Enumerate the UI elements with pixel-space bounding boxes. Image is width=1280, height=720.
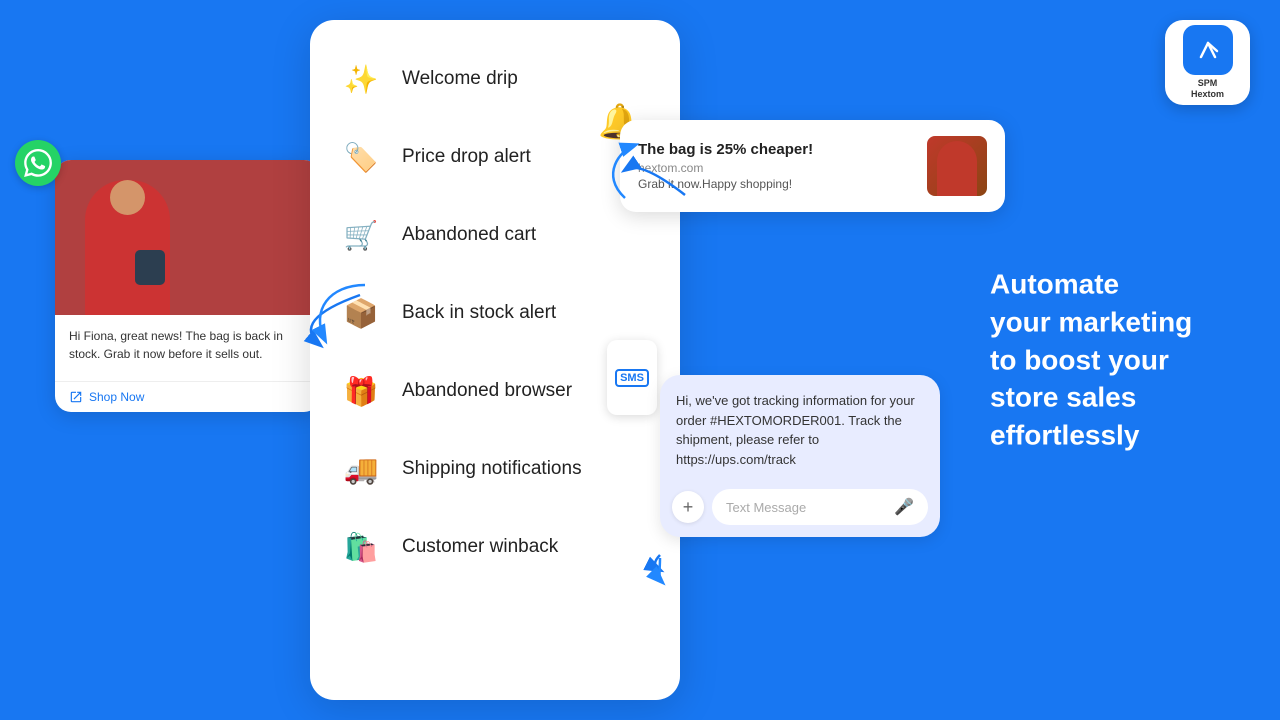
spm-icon [1183, 25, 1233, 75]
price-drop-icon: 🏷️ [338, 134, 384, 180]
abandoned-cart-icon: 🛒 [338, 212, 384, 258]
notification-product-image [927, 136, 987, 196]
sms-message-text: Hi, we've got tracking information for y… [676, 391, 924, 469]
tagline: Automate your marketing to boost your st… [990, 266, 1220, 455]
sms-text-input[interactable]: Text Message 🎤 [712, 489, 928, 525]
menu-label-back-in-stock: Back in stock alert [402, 302, 556, 324]
menu-item-shipping[interactable]: 🚚 Shipping notifications [310, 430, 680, 508]
menu-label-abandoned-cart: Abandoned cart [402, 224, 536, 246]
notification-url: hextom.com [638, 161, 915, 175]
sms-card: Hi, we've got tracking information for y… [660, 375, 940, 537]
back-in-stock-icon: 📦 [338, 290, 384, 336]
menu-item-winback[interactable]: 🛍️ Customer winback [310, 508, 680, 586]
menu-label-abandoned-browser: Abandoned browser [402, 380, 572, 402]
spm-hextom-logo: SPM Hextom [1165, 20, 1250, 105]
whatsapp-card: Hi Fiona, great news! The bag is back in… [55, 160, 320, 412]
winback-icon: 🛍️ [338, 524, 384, 570]
abandoned-browser-icon: 🎁 [338, 368, 384, 414]
notification-popup: The bag is 25% cheaper! hextom.com Grab … [620, 120, 1005, 212]
whatsapp-message-text: Hi Fiona, great news! The bag is back in… [69, 327, 306, 363]
sms-input-placeholder: Text Message [726, 500, 806, 515]
sms-input-row: + Text Message 🎤 [660, 481, 940, 537]
menu-label-winback: Customer winback [402, 536, 558, 558]
sms-phone-icon: SMS [607, 340, 657, 415]
microphone-icon: 🎤 [894, 497, 914, 517]
welcome-drip-icon: ✨ [338, 56, 384, 102]
notification-title: The bag is 25% cheaper! [638, 141, 915, 158]
menu-label-welcome-drip: Welcome drip [402, 68, 518, 90]
sms-add-button[interactable]: + [672, 491, 704, 523]
whatsapp-message-body: Hi Fiona, great news! The bag is back in… [55, 315, 320, 381]
product-image [55, 160, 320, 315]
whatsapp-cta[interactable]: Shop Now [55, 381, 320, 412]
sms-message-body: Hi, we've got tracking information for y… [660, 375, 940, 481]
spm-logo-text: SPM Hextom [1191, 78, 1224, 100]
menu-label-price-drop: Price drop alert [402, 146, 531, 168]
notification-message: Grab it now.Happy shopping! [638, 177, 915, 191]
menu-label-shipping: Shipping notifications [402, 458, 582, 480]
whatsapp-icon [15, 140, 61, 186]
shipping-icon: 🚚 [338, 446, 384, 492]
notification-content: The bag is 25% cheaper! hextom.com Grab … [638, 141, 915, 191]
